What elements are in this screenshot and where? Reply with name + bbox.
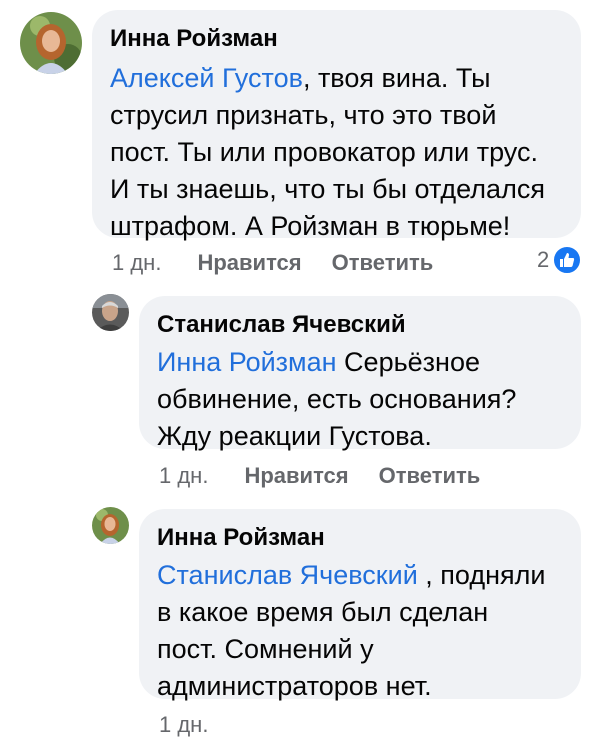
avatar[interactable] <box>92 294 129 331</box>
mention-link[interactable]: Станислав Ячевский <box>157 560 418 590</box>
comment-actions: 1 дн. Нравится Ответить <box>159 463 480 489</box>
reaction-summary[interactable]: 2 <box>537 245 583 275</box>
comment-text-line: обвинение, есть основания? <box>157 384 517 414</box>
mention-link[interactable]: Инна Ройзман <box>157 347 337 377</box>
comment-author[interactable]: Станислав Ячевский <box>157 310 563 340</box>
like-icon <box>552 245 583 275</box>
comment-text: Станислав Ячевский , подняли в какое вре… <box>157 557 563 705</box>
comment-text: Инна Ройзман Серьёзное обвинение, есть о… <box>157 344 563 455</box>
comment-time[interactable]: 1 дн. <box>112 250 161 276</box>
comment-text-line: Серьёзное <box>336 347 480 377</box>
comment-text-line: в какое время был сделан <box>157 597 489 627</box>
reply-button[interactable]: Ответить <box>379 463 481 489</box>
comment-actions: 1 дн. Нравится Ответить <box>112 250 433 276</box>
comment-author[interactable]: Инна Ройзман <box>110 24 563 54</box>
comment-text-line: , твоя вина. Ты <box>302 63 491 93</box>
comment-text-line: Жду реакции Густова. <box>157 421 432 451</box>
comment-bubble: Инна Ройзман Алексей Густов, твоя вина. … <box>92 10 581 241</box>
comment-text-line: пост. Сомнений у <box>157 634 374 664</box>
reply-button[interactable]: Ответить <box>332 250 434 276</box>
comment-text-line: струсил признать, что это твой <box>110 100 497 130</box>
comment-time[interactable]: 1 дн. <box>159 712 208 738</box>
comment-text-line: штрафом. А Ройзман в тюрьме! <box>110 211 511 241</box>
avatar-photo <box>92 507 129 544</box>
comment-author[interactable]: Инна Ройзман <box>157 523 563 553</box>
comment-text-line: пост. Ты или провокатор или трус. <box>110 137 538 167</box>
comment-text-line: И ты знаешь, что ты бы отделался <box>110 174 545 204</box>
like-button[interactable]: Нравится <box>197 250 301 276</box>
mention-link[interactable]: Алексей Густов <box>110 63 303 93</box>
like-button[interactable]: Нравится <box>244 463 348 489</box>
comment-text: Алексей Густов, твоя вина. Ты струсил пр… <box>110 60 563 245</box>
reaction-count: 2 <box>537 247 550 272</box>
avatar-photo <box>92 294 129 331</box>
comment-bubble: Станислав Ячевский Инна Ройзман Серьёзно… <box>139 296 581 451</box>
comment-text-line: , подняли <box>417 560 546 590</box>
avatar-photo <box>20 12 82 74</box>
comment-bubble: Инна Ройзман Станислав Ячевский , поднял… <box>139 509 581 701</box>
comment-actions: 1 дн. <box>159 712 208 738</box>
avatar[interactable] <box>20 12 82 74</box>
comment-time[interactable]: 1 дн. <box>159 463 208 489</box>
comment-text-line: администраторов нет. <box>157 671 432 701</box>
avatar[interactable] <box>92 507 129 544</box>
